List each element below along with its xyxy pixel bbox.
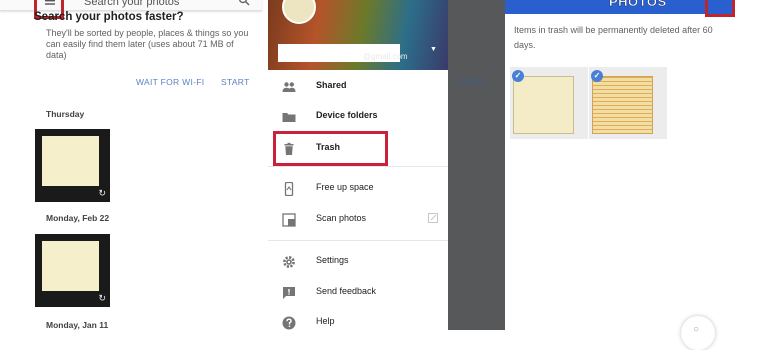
- drawer-item-device-folders[interactable]: Device folders: [268, 106, 448, 128]
- trash-photo-tile[interactable]: ✓: [589, 67, 667, 139]
- drawer-item-label: Scan photos: [316, 213, 367, 223]
- drawer-divider: [268, 166, 448, 167]
- photo-thumbnail[interactable]: ↻: [35, 129, 110, 202]
- overflow-menu-button[interactable]: [705, 0, 735, 17]
- sync-icon: ↻: [98, 293, 106, 303]
- trash-notice: Items in trash will be permanently delet…: [514, 25, 713, 50]
- gear-icon: [283, 256, 295, 268]
- drawer-item-label: Shared: [316, 80, 347, 90]
- drawer-account-header: @gmail.com ▼: [268, 0, 448, 70]
- drawer-item-label: Device folders: [316, 110, 378, 120]
- photos-panel: Search your photos Search your photos fa…: [0, 0, 268, 330]
- date-header: Monday, Jan 11: [46, 320, 109, 330]
- drawer-divider: [268, 240, 448, 241]
- check-icon[interactable]: ✓: [591, 70, 603, 82]
- account-email: @gmail.com: [363, 52, 408, 61]
- drawer-item-label: Settings: [316, 255, 349, 265]
- drawer-item-free-up-space[interactable]: Free up space: [268, 178, 448, 200]
- drawer-item-shared[interactable]: Shared: [268, 76, 448, 98]
- drawer-item-settings[interactable]: Settings: [268, 251, 448, 273]
- feedback-icon: [283, 287, 295, 299]
- dimmed-content[interactable]: [448, 0, 505, 330]
- people-icon: [282, 82, 296, 92]
- drawer-item-label: Help: [316, 316, 335, 326]
- search-prompt-heading: Search your photos faster?: [34, 11, 184, 23]
- trash-highlight-box: [273, 131, 388, 166]
- date-header: Monday, Feb 22: [46, 213, 110, 223]
- photo-thumbnail[interactable]: ↻: [35, 234, 110, 307]
- avatar[interactable]: [282, 0, 316, 24]
- drawer-item-help[interactable]: Help: [268, 312, 448, 330]
- open-external-icon: [428, 213, 438, 223]
- check-icon[interactable]: ✓: [512, 70, 524, 82]
- floating-action-button[interactable]: ○: [681, 316, 715, 350]
- drawer-item-label: Free up space: [316, 182, 374, 192]
- photo-image: [513, 76, 574, 134]
- drawer-item-send-feedback[interactable]: Send feedback: [268, 282, 448, 304]
- date-header: Thursday: [46, 109, 85, 119]
- trash-panel: PHOTOS Items in trash will be permanentl…: [505, 0, 770, 330]
- start-button[interactable]: START: [221, 77, 250, 87]
- wait-for-wifi-button[interactable]: WAIT FOR WI-FI: [136, 77, 204, 87]
- dimmed-start-button: START: [456, 77, 485, 87]
- folder-icon: [282, 113, 296, 122]
- page-title: PHOTOS: [609, 0, 667, 9]
- phone-icon: [284, 182, 294, 196]
- drawer-item-label: Send feedback: [316, 286, 377, 296]
- photo-image: [42, 241, 99, 291]
- help-icon: [282, 316, 296, 330]
- photo-image: [42, 136, 99, 186]
- drawer-item-scan-photos[interactable]: Scan photos: [268, 209, 448, 231]
- scan-icon: [282, 213, 296, 227]
- trash-photo-tile[interactable]: ✓: [510, 67, 588, 139]
- search-icon[interactable]: [238, 0, 250, 6]
- search-input[interactable]: Search your photos: [84, 0, 179, 8]
- photo-image: [592, 76, 653, 134]
- account-dropdown-icon[interactable]: ▼: [430, 46, 437, 53]
- search-prompt-description: They'll be sorted by people, places & th…: [46, 28, 249, 60]
- sync-icon: ↻: [98, 188, 106, 198]
